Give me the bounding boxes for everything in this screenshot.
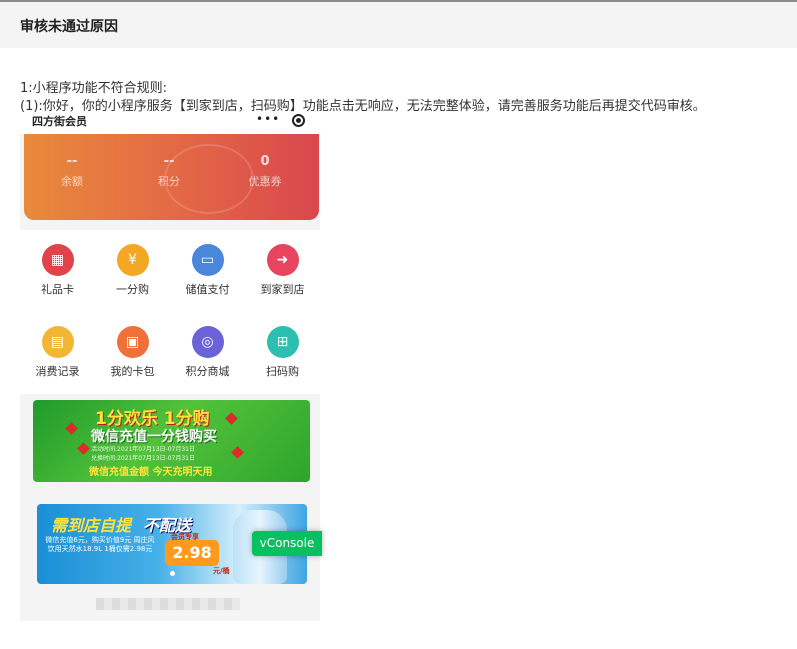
red-gem-decoration — [231, 446, 244, 459]
grid-item-card-wallet[interactable]: ▣ 我的卡包 — [95, 312, 170, 382]
cart-icon: ⊞ — [266, 326, 299, 358]
page-title: 审核未通过原因 — [20, 19, 118, 35]
promo1-slogan: 微信充值金额 今天充明天用 — [89, 467, 213, 478]
card-icon: ▭ — [191, 244, 224, 276]
stat-coupons[interactable]: 0 优惠券 — [225, 154, 305, 189]
grid-item-gift-card[interactable]: ▦ 礼品卡 — [20, 230, 95, 300]
coupon-icon: ¥ — [116, 244, 149, 276]
promo2-desc: 微信充值6元，购买价值9元 周庄风饮用天然水18.9L 1桶仅需2.98元 — [45, 536, 155, 553]
more-menu-icon[interactable]: ••• — [256, 112, 280, 126]
red-gem-decoration — [225, 412, 238, 425]
delivery-icon: ➜ — [266, 244, 299, 276]
grid-item-delivery[interactable]: ➜ 到家到店 — [245, 230, 320, 300]
feature-grid: ▦ 礼品卡 ¥ 一分购 ▭ 储值支付 ➜ 到家到店 ▤ 消费记录 ▣ 我的卡包 … — [20, 230, 320, 394]
shop-name: 四方街会员 — [32, 115, 87, 128]
grid-item-points-mall[interactable]: ◎ 积分商城 — [170, 312, 245, 382]
promo-banner-one-cent[interactable]: 1分欢乐 1分购 微信充值一分钱购买 活动时间:2021年07月13日-07月3… — [33, 400, 310, 482]
promo1-subtitle: 微信充值一分钱购买 — [91, 429, 217, 445]
mini-program-topbar: 四方街会员 ••• — [20, 112, 320, 134]
reason-line-1: 1:小程序功能不符合规则: — [20, 81, 168, 96]
points-icon: ◎ — [191, 326, 224, 358]
promo1-date-2: 兑换时间:2021年07月13日-07月31日 — [91, 455, 195, 462]
close-capsule-icon[interactable] — [292, 114, 305, 127]
grid-item-records[interactable]: ▤ 消费记录 — [20, 312, 95, 382]
grid-item-scan-buy[interactable]: ⊞ 扫码购 — [245, 312, 320, 382]
promo2-title-a: 需到店自提 — [51, 516, 132, 535]
promo1-date-1: 活动时间:2021年07月13日-07月31日 — [91, 446, 195, 453]
red-gem-decoration — [77, 442, 90, 455]
section-header: 审核未通过原因 — [0, 2, 797, 48]
record-icon: ▤ — [41, 326, 74, 358]
grid-item-one-cent[interactable]: ¥ 一分购 — [95, 230, 170, 300]
member-banner: -- 余额 -- 积分 0 优惠券 — [24, 134, 319, 220]
vconsole-button[interactable]: vConsole — [252, 531, 322, 556]
gift-icon: ▦ — [41, 244, 74, 276]
red-gem-decoration — [65, 422, 78, 435]
promo2-price: 2.98 — [165, 540, 219, 566]
stat-balance[interactable]: -- 余额 — [32, 154, 112, 189]
wallet-icon: ▣ — [116, 326, 149, 358]
grid-item-stored-value[interactable]: ▭ 储值支付 — [170, 230, 245, 300]
carousel-indicator — [170, 571, 175, 576]
blurred-footer-text — [96, 598, 240, 610]
promo2-unit: 元/桶 — [213, 567, 230, 575]
stat-points[interactable]: -- 积分 — [129, 154, 209, 189]
rejection-reason: 1:小程序功能不符合规则: (1):你好，你的小程序服务【到家到店，扫码购】功能… — [20, 80, 706, 116]
